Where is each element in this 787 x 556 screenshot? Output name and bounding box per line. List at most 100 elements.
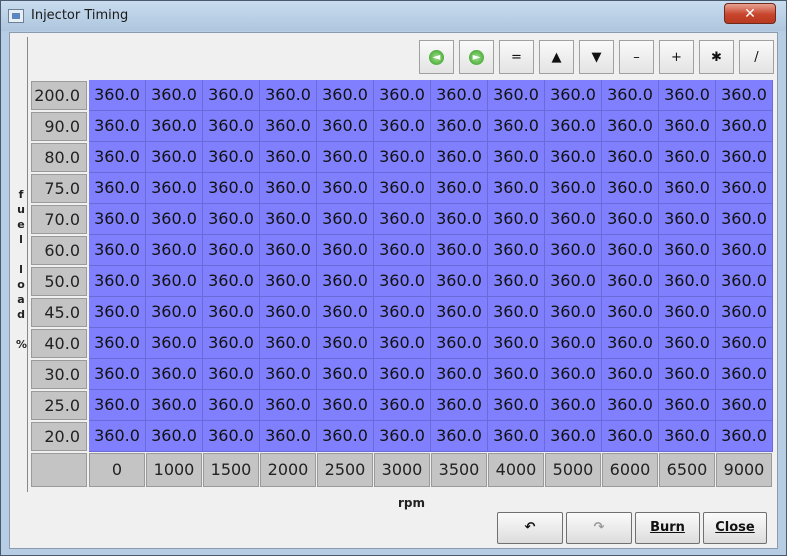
table-cell[interactable]: 360.0 — [317, 421, 374, 452]
table-cell[interactable]: 360.0 — [545, 173, 602, 204]
table-cell[interactable]: 360.0 — [146, 173, 203, 204]
table-cell[interactable]: 360.0 — [659, 359, 716, 390]
table-cell[interactable]: 360.0 — [431, 235, 488, 266]
table-cell[interactable]: 360.0 — [146, 204, 203, 235]
table-cell[interactable]: 360.0 — [488, 173, 545, 204]
close-window-button[interactable]: ✕ — [724, 3, 776, 24]
table-cell[interactable]: 360.0 — [545, 266, 602, 297]
table-cell[interactable]: 360.0 — [203, 390, 260, 421]
table-cell[interactable]: 360.0 — [374, 390, 431, 421]
table-cell[interactable]: 360.0 — [146, 421, 203, 452]
table-cell[interactable]: 360.0 — [545, 235, 602, 266]
table-cell[interactable]: 360.0 — [602, 235, 659, 266]
plus-button-button[interactable]: + — [659, 40, 694, 74]
table-cell[interactable]: 360.0 — [716, 297, 773, 328]
table-cell[interactable]: 360.0 — [488, 111, 545, 142]
table-cell[interactable]: 360.0 — [146, 111, 203, 142]
table-cell[interactable]: 360.0 — [260, 173, 317, 204]
table-cell[interactable]: 360.0 — [89, 235, 146, 266]
table-cell[interactable]: 360.0 — [317, 204, 374, 235]
table-cell[interactable]: 360.0 — [89, 390, 146, 421]
table-cell[interactable]: 360.0 — [146, 328, 203, 359]
table-cell[interactable]: 360.0 — [545, 80, 602, 111]
table-cell[interactable]: 360.0 — [488, 328, 545, 359]
table-cell[interactable]: 360.0 — [374, 173, 431, 204]
table-cell[interactable]: 360.0 — [374, 204, 431, 235]
table-cell[interactable]: 360.0 — [146, 390, 203, 421]
table-cell[interactable]: 360.0 — [203, 173, 260, 204]
table-cell[interactable]: 360.0 — [602, 173, 659, 204]
table-cell[interactable]: 360.0 — [260, 359, 317, 390]
table-cell[interactable]: 360.0 — [602, 80, 659, 111]
table-cell[interactable]: 360.0 — [203, 421, 260, 452]
table-cell[interactable]: 360.0 — [317, 142, 374, 173]
table-cell[interactable]: 360.0 — [374, 142, 431, 173]
table-cell[interactable]: 360.0 — [317, 235, 374, 266]
table-cell[interactable]: 360.0 — [659, 80, 716, 111]
equals-button-button[interactable]: = — [499, 40, 534, 74]
table-cell[interactable]: 360.0 — [374, 297, 431, 328]
table-cell[interactable]: 360.0 — [374, 421, 431, 452]
redo-green-button[interactable]: ► — [459, 40, 494, 74]
table-cell[interactable]: 360.0 — [602, 421, 659, 452]
table-cell[interactable]: 360.0 — [260, 80, 317, 111]
table-cell[interactable]: 360.0 — [260, 297, 317, 328]
table-cell[interactable]: 360.0 — [659, 328, 716, 359]
undo-button[interactable]: ↶ — [497, 512, 563, 544]
table-cell[interactable]: 360.0 — [374, 359, 431, 390]
table-cell[interactable]: 360.0 — [488, 390, 545, 421]
table-cell[interactable]: 360.0 — [260, 111, 317, 142]
table-cell[interactable]: 360.0 — [602, 204, 659, 235]
minus-button-button[interactable]: – — [619, 40, 654, 74]
table-cell[interactable]: 360.0 — [89, 142, 146, 173]
table-cell[interactable]: 360.0 — [260, 142, 317, 173]
table-cell[interactable]: 360.0 — [488, 235, 545, 266]
table-cell[interactable]: 360.0 — [374, 266, 431, 297]
table-cell[interactable]: 360.0 — [374, 328, 431, 359]
table-cell[interactable]: 360.0 — [545, 297, 602, 328]
table-cell[interactable]: 360.0 — [317, 359, 374, 390]
undo-green-button[interactable]: ◄ — [419, 40, 454, 74]
table-cell[interactable]: 360.0 — [374, 235, 431, 266]
table-cell[interactable]: 360.0 — [260, 421, 317, 452]
table-cell[interactable]: 360.0 — [716, 235, 773, 266]
table-cell[interactable]: 360.0 — [431, 111, 488, 142]
table-cell[interactable]: 360.0 — [146, 266, 203, 297]
table-cell[interactable]: 360.0 — [716, 421, 773, 452]
table-cell[interactable]: 360.0 — [203, 142, 260, 173]
table-cell[interactable]: 360.0 — [488, 266, 545, 297]
table-cell[interactable]: 360.0 — [659, 204, 716, 235]
table-cell[interactable]: 360.0 — [317, 266, 374, 297]
table-cell[interactable]: 360.0 — [716, 80, 773, 111]
table-cell[interactable]: 360.0 — [203, 80, 260, 111]
table-cell[interactable]: 360.0 — [89, 359, 146, 390]
table-cell[interactable]: 360.0 — [716, 328, 773, 359]
table-cell[interactable]: 360.0 — [545, 421, 602, 452]
table-cell[interactable]: 360.0 — [203, 359, 260, 390]
increment-button-button[interactable]: ▲ — [539, 40, 574, 74]
table-cell[interactable]: 360.0 — [545, 390, 602, 421]
table-cell[interactable]: 360.0 — [317, 297, 374, 328]
table-cell[interactable]: 360.0 — [488, 142, 545, 173]
table-cell[interactable]: 360.0 — [545, 328, 602, 359]
table-cell[interactable]: 360.0 — [89, 173, 146, 204]
table-cell[interactable]: 360.0 — [488, 421, 545, 452]
table-cell[interactable]: 360.0 — [659, 173, 716, 204]
table-cell[interactable]: 360.0 — [659, 390, 716, 421]
decrement-button-button[interactable]: ▼ — [579, 40, 614, 74]
pen-button[interactable]: / — [739, 40, 774, 74]
table-cell[interactable]: 360.0 — [602, 266, 659, 297]
close-button[interactable]: Close — [703, 512, 767, 544]
table-cell[interactable]: 360.0 — [545, 142, 602, 173]
table-cell[interactable]: 360.0 — [89, 328, 146, 359]
table-cell[interactable]: 360.0 — [716, 142, 773, 173]
table-cell[interactable]: 360.0 — [716, 204, 773, 235]
table-cell[interactable]: 360.0 — [602, 297, 659, 328]
table-cell[interactable]: 360.0 — [659, 235, 716, 266]
table-cell[interactable]: 360.0 — [602, 390, 659, 421]
table-cell[interactable]: 360.0 — [545, 204, 602, 235]
table-cell[interactable]: 360.0 — [488, 80, 545, 111]
table-cell[interactable]: 360.0 — [659, 111, 716, 142]
table-cell[interactable]: 360.0 — [431, 142, 488, 173]
table-cell[interactable]: 360.0 — [659, 142, 716, 173]
